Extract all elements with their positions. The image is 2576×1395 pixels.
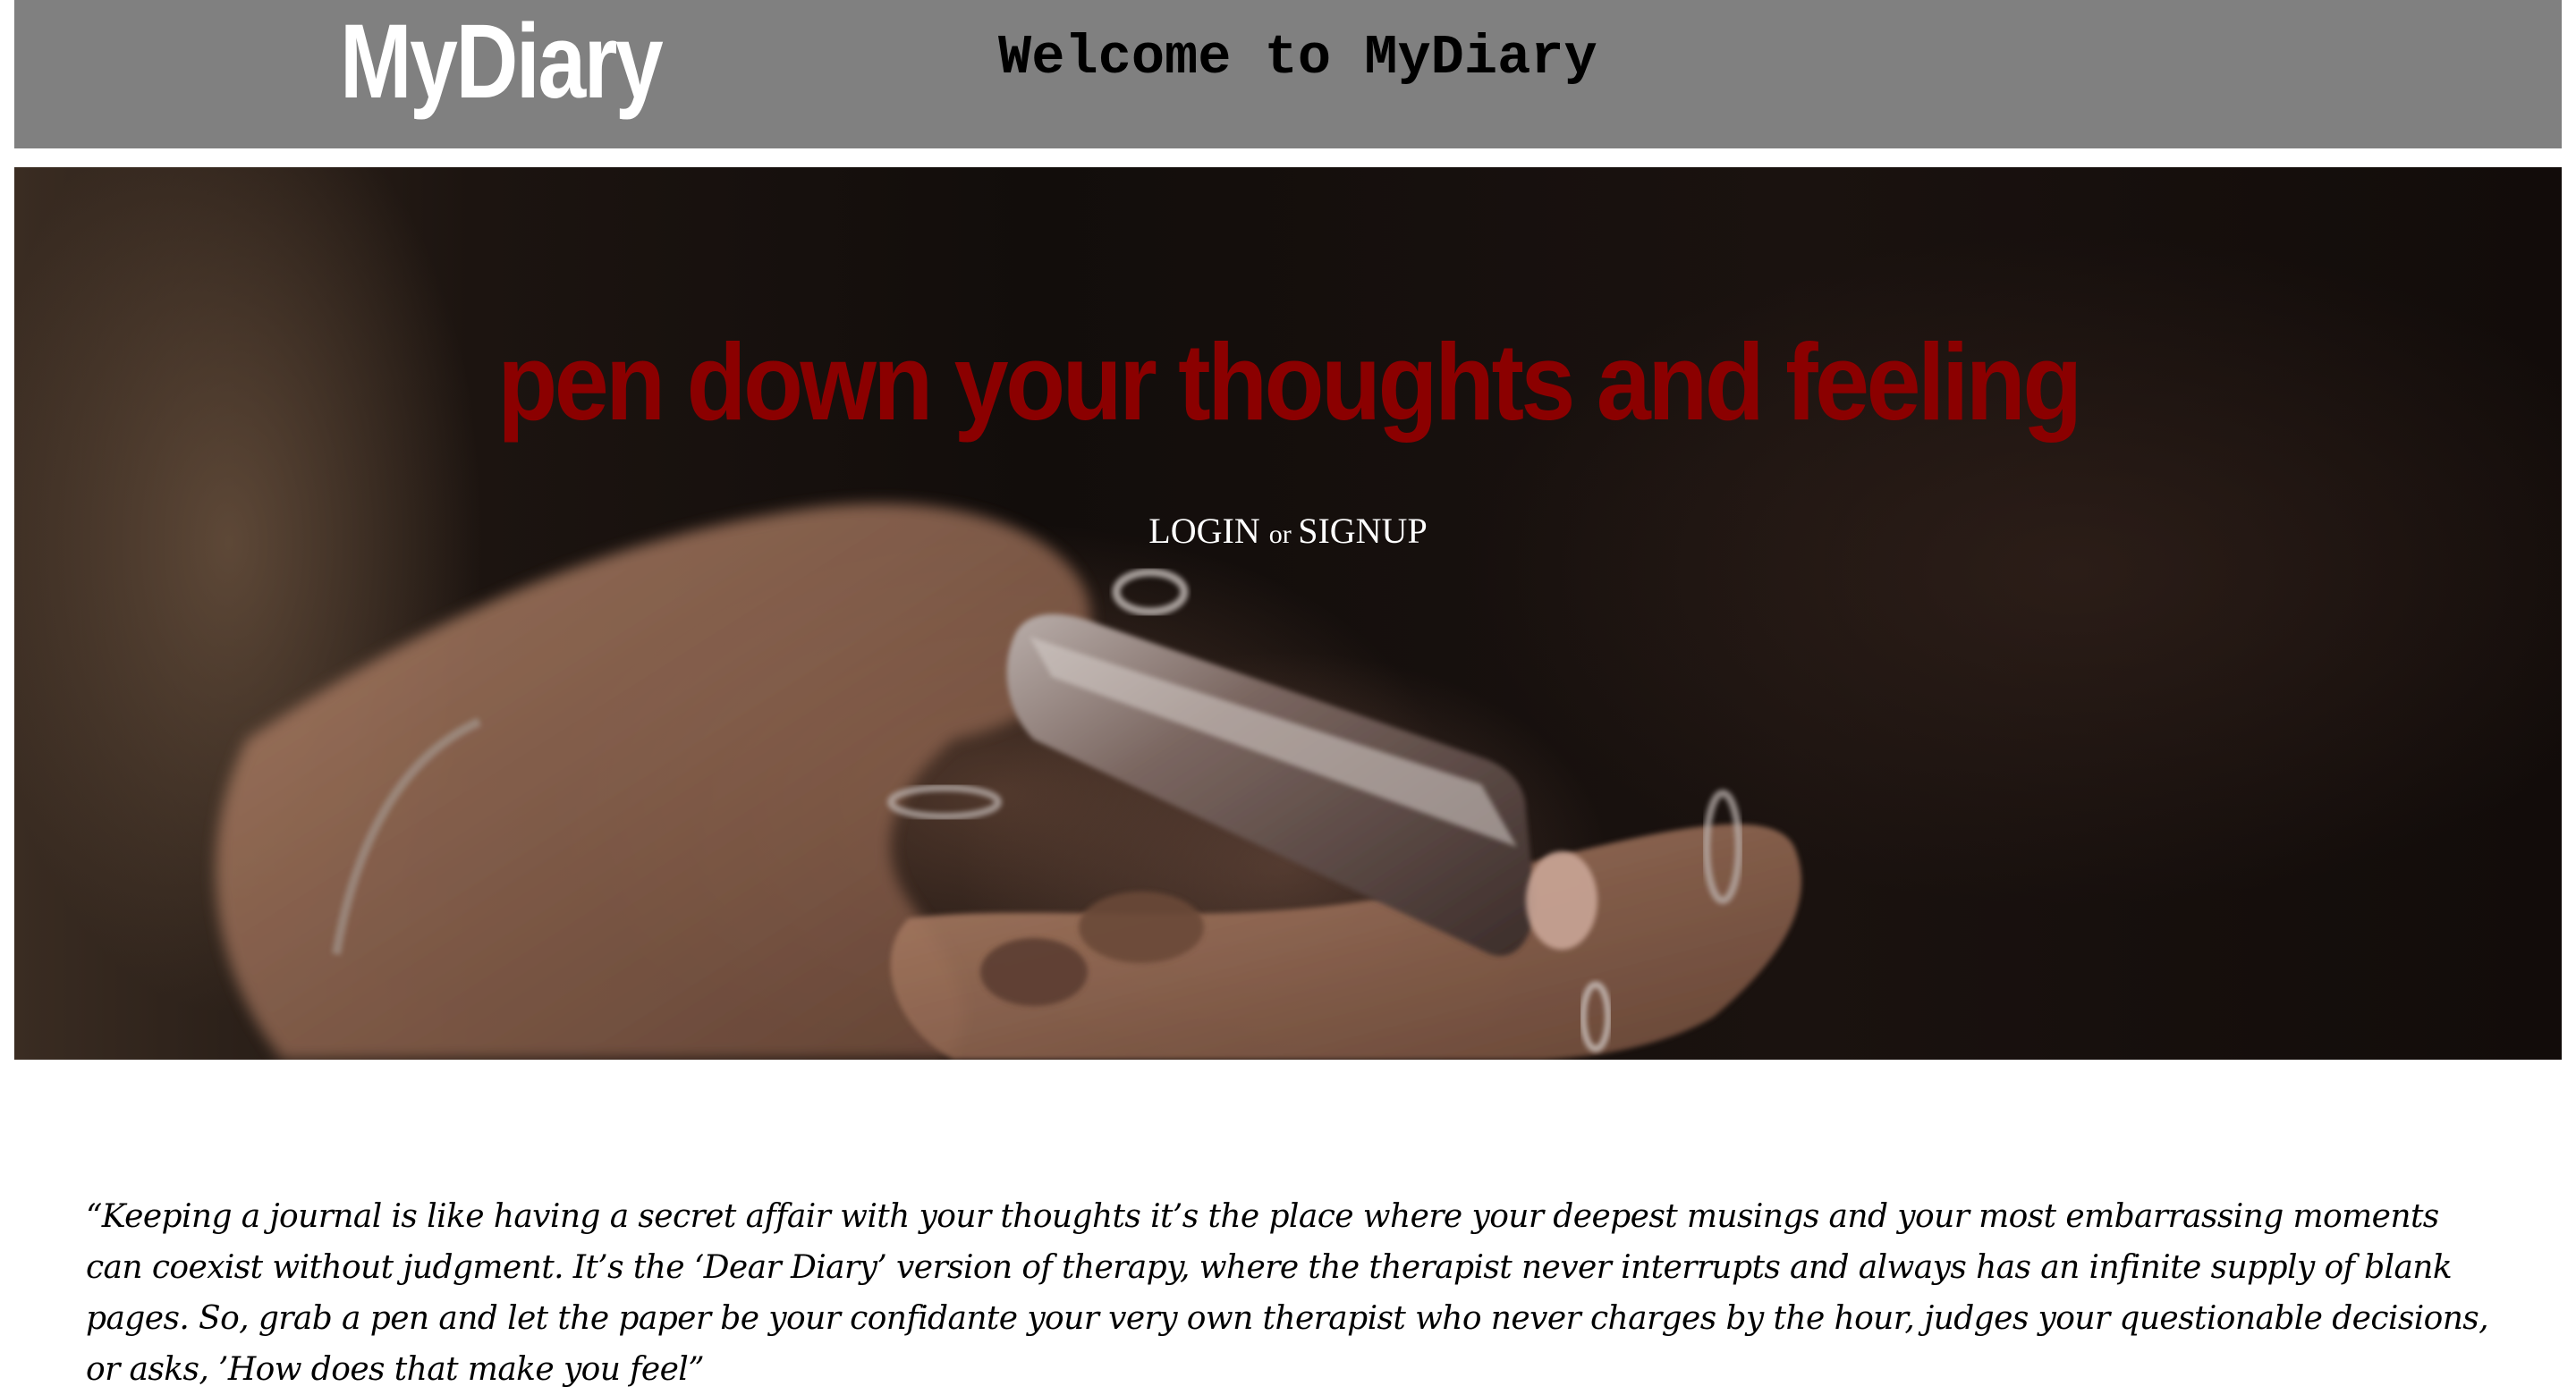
auth-links: LOGIN or SIGNUP (14, 509, 2562, 557)
signup-link[interactable]: SIGNUP (1298, 511, 1427, 551)
hero-banner: pen down your thoughts and feeling LOGIN… (14, 167, 2562, 1060)
site-header: MyDiary Welcome to MyDiary (14, 0, 2562, 148)
site-logo[interactable]: MyDiary (340, 4, 664, 120)
journal-quote: “Keeping a journal is like having a secr… (86, 1198, 2489, 1388)
welcome-title: Welcome to MyDiary (998, 26, 1597, 89)
or-separator: or (1268, 520, 1299, 549)
hero-tagline: pen down your thoughts and feeling (496, 321, 2082, 443)
login-link[interactable]: LOGIN (1148, 511, 1259, 551)
hero-background-photo (216, 503, 1801, 1060)
